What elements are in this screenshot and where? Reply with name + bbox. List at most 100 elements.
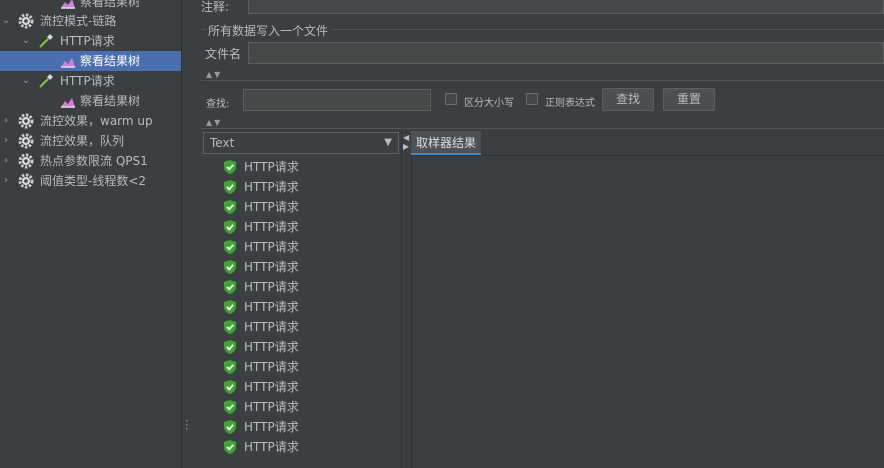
success-shield-icon	[222, 259, 238, 275]
split-arrows-icon[interactable]: ◀ ▶	[403, 133, 409, 151]
expand-toggle-icon[interactable]: ›	[1, 111, 11, 131]
collapse-toggle-icon[interactable]: ⌄	[21, 31, 31, 51]
list-item-label: HTTP请求	[244, 220, 299, 234]
list-item[interactable]: HTTP请求	[222, 237, 400, 257]
tree-item-label: 流控效果，warm up	[40, 114, 153, 128]
tree-item-label: 热点参数限流 QPS1	[40, 154, 148, 168]
list-item-label: HTTP请求	[244, 360, 299, 374]
tree-item-label: HTTP请求	[60, 74, 115, 88]
success-shield-icon	[222, 239, 238, 255]
find-button[interactable]: 查找	[602, 88, 654, 111]
list-item[interactable]: HTTP请求	[222, 377, 400, 397]
regex-checkbox[interactable]	[526, 93, 538, 105]
list-item-label: HTTP请求	[244, 260, 299, 274]
tree-item-result-tree-selected[interactable]: 察看结果树	[0, 51, 181, 71]
test-plan-tree: 察看结果树 ⌄ 流控模式-链路 ⌄ HTTP请求 察看结果树 ⌄ HTTP请求	[0, 0, 181, 468]
tree-item-thread-group[interactable]: › 热点参数限流 QPS1	[0, 151, 181, 171]
list-item-label: HTTP请求	[244, 160, 299, 174]
list-item[interactable]: HTTP请求	[222, 297, 400, 317]
gear-icon	[18, 113, 34, 129]
success-shield-icon	[222, 319, 238, 335]
result-tree-icon	[60, 0, 76, 10]
tab-sampler-result[interactable]: 取样器结果	[411, 131, 482, 155]
tree-splitter[interactable]: • • •	[181, 0, 190, 468]
tree-item-label: 流控效果，队列	[40, 134, 125, 148]
list-item[interactable]: HTTP请求	[222, 437, 400, 457]
collapse-toggle-icon[interactable]: ⌄	[21, 71, 31, 91]
success-shield-icon	[222, 299, 238, 315]
list-item[interactable]: HTTP请求	[222, 397, 400, 417]
result-tree-icon	[60, 53, 76, 69]
tree-item-thread-group[interactable]: › 阈值类型-线程数<2	[0, 171, 181, 191]
success-shield-icon	[222, 399, 238, 415]
collapse-arrows-icon[interactable]: ▲▼	[206, 70, 222, 79]
tree-item-thread-group[interactable]: ⌄ 流控模式-链路	[0, 11, 181, 31]
list-item[interactable]: HTTP请求	[222, 157, 400, 177]
expand-toggle-icon[interactable]: ›	[1, 151, 11, 171]
tree-item-label: 流控模式-链路	[40, 14, 117, 28]
list-item[interactable]: HTTP请求	[222, 317, 400, 337]
list-item-label: HTTP请求	[244, 300, 299, 314]
tree-item-http-request[interactable]: ⌄ HTTP请求	[0, 31, 181, 51]
list-item-label: HTTP请求	[244, 200, 299, 214]
success-shield-icon	[222, 179, 238, 195]
list-item-label: HTTP请求	[244, 180, 299, 194]
list-item-label: HTTP请求	[244, 320, 299, 334]
success-shield-icon	[222, 439, 238, 455]
expand-toggle-icon[interactable]: ›	[1, 171, 11, 191]
group-border	[201, 29, 207, 30]
success-shield-icon	[222, 379, 238, 395]
gear-icon	[18, 13, 34, 29]
list-item[interactable]: HTTP请求	[222, 337, 400, 357]
tree-item-label: HTTP请求	[60, 34, 115, 48]
chevron-down-icon: ▼	[384, 137, 392, 148]
comment-input[interactable]	[248, 0, 884, 14]
success-shield-icon	[222, 419, 238, 435]
list-item[interactable]: HTTP请求	[222, 417, 400, 437]
case-sensitive-checkbox[interactable]	[445, 93, 457, 105]
reset-button[interactable]: 重置	[663, 88, 715, 111]
list-item[interactable]: HTTP请求	[222, 217, 400, 237]
list-item-label: HTTP请求	[244, 440, 299, 454]
list-item-label: HTTP请求	[244, 240, 299, 254]
list-item[interactable]: HTTP请求	[222, 277, 400, 297]
list-item[interactable]: HTTP请求	[222, 177, 400, 197]
success-shield-icon	[222, 199, 238, 215]
tree-item-label: 察看结果树	[80, 94, 141, 108]
expand-toggle-icon[interactable]: ›	[1, 131, 11, 151]
results-splitter[interactable]: ◀ ▶	[401, 131, 412, 468]
drag-handle-icon: • • •	[185, 418, 189, 433]
list-item-label: HTTP请求	[244, 420, 299, 434]
list-item[interactable]: HTTP请求	[222, 197, 400, 217]
tree-item-label: 阈值类型-线程数<2	[40, 174, 147, 188]
success-shield-icon	[222, 359, 238, 375]
tree-item-label: 察看结果树	[80, 54, 141, 68]
divider	[201, 128, 884, 129]
regex-label: 正则表达式	[545, 98, 595, 109]
list-item-label: HTTP请求	[244, 280, 299, 294]
tab-underline	[411, 155, 884, 156]
section-title: 所有数据写入一个文件	[208, 24, 329, 38]
renderer-selected-value: Text	[210, 136, 235, 150]
gear-icon	[18, 173, 34, 189]
tree-item-thread-group[interactable]: › 流控效果，warm up	[0, 111, 181, 131]
divider	[201, 80, 884, 81]
gear-icon	[18, 153, 34, 169]
pipette-icon	[38, 33, 54, 49]
renderer-select[interactable]: Text ▼	[203, 132, 399, 154]
list-item[interactable]: HTTP请求	[222, 257, 400, 277]
collapse-arrows-icon[interactable]: ▲▼	[206, 118, 222, 127]
list-item-label: HTTP请求	[244, 400, 299, 414]
collapse-toggle-icon[interactable]: ⌄	[1, 11, 11, 31]
success-shield-icon	[222, 279, 238, 295]
list-item[interactable]: HTTP请求	[222, 357, 400, 377]
success-shield-icon	[222, 219, 238, 235]
search-input[interactable]	[243, 89, 431, 111]
tree-item-thread-group[interactable]: › 流控效果，队列	[0, 131, 181, 151]
tree-item-http-request[interactable]: ⌄ HTTP请求	[0, 71, 181, 91]
list-item-label: HTTP请求	[244, 380, 299, 394]
list-item-label: HTTP请求	[244, 340, 299, 354]
success-shield-icon	[222, 339, 238, 355]
tree-item-result-tree[interactable]: 察看结果树	[0, 91, 181, 111]
filename-input[interactable]	[248, 42, 884, 64]
